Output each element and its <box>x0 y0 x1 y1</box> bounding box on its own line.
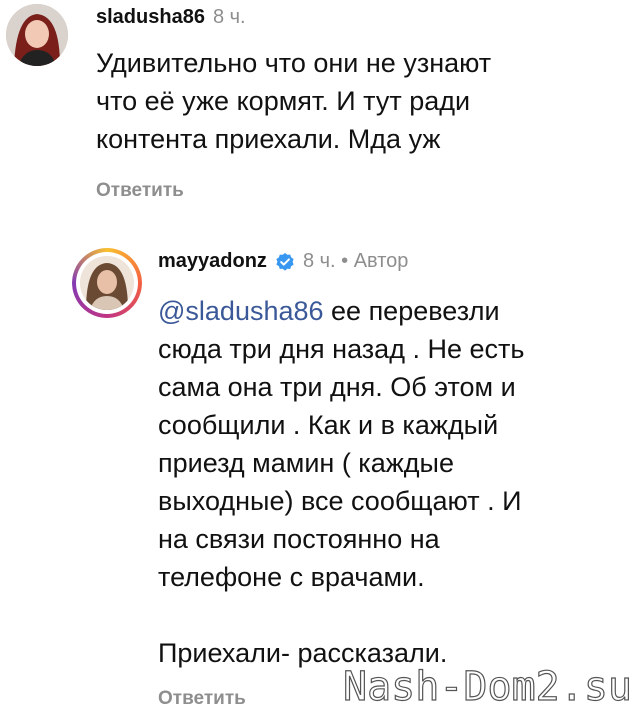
reply-button[interactable]: Ответить <box>96 180 184 202</box>
timestamp: 8 ч. <box>212 6 246 28</box>
comment-meta: mayyadonz 8 ч. • Автор <box>158 250 408 273</box>
mention-link[interactable]: @sladusha86 <box>158 296 324 326</box>
verified-badge-icon <box>276 252 294 271</box>
timestamp: 8 ч. • Автор <box>302 250 409 272</box>
watermark-text: Nash-Dom2.su <box>342 663 632 710</box>
reply-button[interactable]: Ответить <box>158 688 246 710</box>
avatar-photo <box>80 256 134 310</box>
avatar[interactable] <box>6 4 68 66</box>
comment-text: @sladusha86 ее перевезли сюда три дня на… <box>158 292 618 672</box>
username[interactable]: mayyadonz <box>158 250 267 273</box>
avatar[interactable] <box>72 248 142 318</box>
comment-meta: sladusha86 8 ч. <box>96 6 246 29</box>
comment-text: Удивительно что они не узнают что её уже… <box>96 48 492 154</box>
username[interactable]: sladusha86 <box>96 6 205 29</box>
comment-body: ее перевезли сюда три дня назад . Не ест… <box>158 296 525 668</box>
